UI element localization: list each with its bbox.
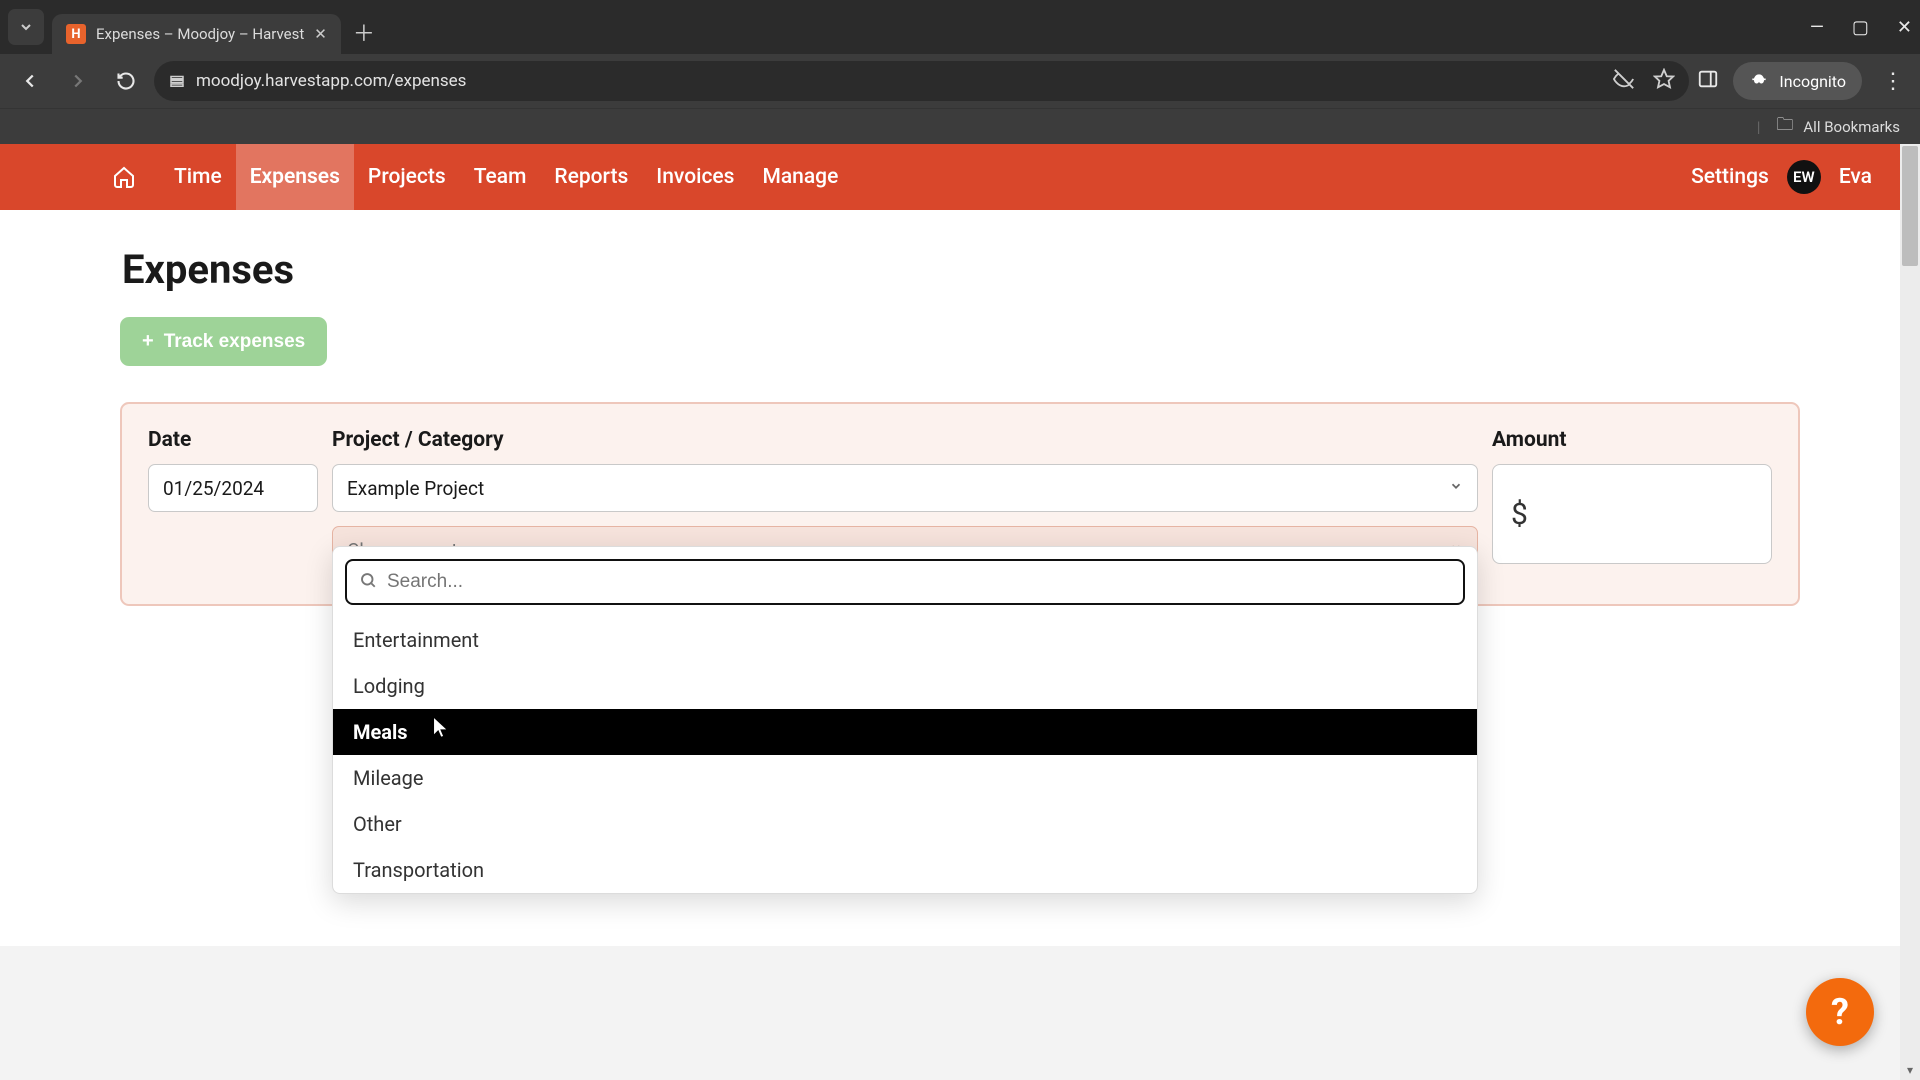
project-select[interactable]: Example Project [332, 464, 1478, 512]
window-maximize-icon[interactable]: ▢ [1852, 17, 1869, 38]
nav-expenses[interactable]: Expenses [236, 144, 354, 210]
all-bookmarks-link[interactable]: All Bookmarks [1803, 118, 1900, 136]
amount-label: Amount [1492, 428, 1772, 452]
browser-address-bar: moodjoy.harvestapp.com/expenses Incognit… [0, 54, 1920, 108]
project-value: Example Project [347, 477, 484, 500]
bookmark-star-icon[interactable] [1653, 68, 1675, 95]
user-name[interactable]: Eva [1839, 165, 1872, 189]
amount-input[interactable]: $ [1492, 464, 1772, 564]
currency-symbol: $ [1511, 497, 1528, 532]
category-dropdown: EntertainmentLodgingMealsMileageOtherTra… [332, 546, 1478, 894]
site-settings-icon[interactable] [168, 72, 186, 90]
incognito-label: Incognito [1779, 72, 1846, 91]
date-label: Date [148, 428, 318, 452]
track-expenses-label: Track expenses [164, 331, 306, 353]
user-avatar[interactable]: EW [1787, 160, 1821, 194]
omnibox[interactable]: moodjoy.harvestapp.com/expenses [154, 61, 1689, 101]
primary-nav: Time Expenses Projects Team Reports Invo… [160, 144, 852, 210]
bookmarks-bar: | 🗀 All Bookmarks [0, 108, 1920, 144]
nav-settings[interactable]: Settings [1691, 165, 1769, 189]
plus-icon: + [142, 330, 154, 353]
page-viewport: Time Expenses Projects Team Reports Invo… [0, 144, 1920, 1080]
date-value: 01/25/2024 [163, 477, 264, 500]
nav-projects[interactable]: Projects [354, 144, 460, 210]
category-option[interactable]: Entertainment [333, 617, 1477, 663]
reload-button[interactable] [106, 61, 146, 101]
incognito-chip[interactable]: Incognito [1733, 62, 1862, 100]
help-icon: ? [1831, 991, 1849, 1033]
category-search-input[interactable] [387, 571, 1451, 593]
project-category-label: Project / Category [332, 428, 1478, 452]
nav-invoices[interactable]: Invoices [642, 144, 748, 210]
help-fab[interactable]: ? [1806, 978, 1874, 1046]
category-option[interactable]: Transportation [333, 847, 1477, 893]
new-tab-button[interactable]: ＋ [353, 16, 375, 48]
scroll-down-icon[interactable]: ▾ [1900, 1060, 1920, 1080]
tab-close-icon[interactable]: ✕ [314, 25, 327, 43]
category-option[interactable]: Other [333, 801, 1477, 847]
bookmarks-folder-icon[interactable]: 🗀 [1776, 112, 1793, 141]
url-text: moodjoy.harvestapp.com/expenses [196, 71, 466, 91]
browser-tab[interactable]: H Expenses – Moodjoy – Harvest ✕ [52, 14, 341, 54]
category-option[interactable]: Lodging [333, 663, 1477, 709]
nav-reports[interactable]: Reports [540, 144, 642, 210]
date-input[interactable]: 01/25/2024 [148, 464, 318, 512]
tab-search-button[interactable] [8, 9, 44, 45]
vertical-scrollbar[interactable]: ▴ ▾ [1900, 144, 1920, 1080]
track-expenses-button[interactable]: + Track expenses [120, 317, 327, 366]
scroll-thumb[interactable] [1902, 146, 1918, 266]
search-icon [359, 571, 377, 594]
browser-menu-icon[interactable]: ⋮ [1876, 69, 1910, 94]
incognito-icon [1749, 71, 1769, 91]
category-option[interactable]: Meals [333, 709, 1477, 755]
expense-form-card: Date 01/25/2024 Project / Category Examp… [120, 402, 1800, 606]
back-button[interactable] [10, 61, 50, 101]
window-close-icon[interactable]: ✕ [1897, 17, 1912, 38]
category-option[interactable]: Mileage [333, 755, 1477, 801]
home-icon[interactable] [110, 165, 138, 189]
browser-tab-strip: H Expenses – Moodjoy – Harvest ✕ ＋ — ▢ ✕ [0, 0, 1920, 54]
eye-off-icon[interactable] [1613, 68, 1635, 95]
forward-button[interactable] [58, 61, 98, 101]
nav-time[interactable]: Time [160, 144, 236, 210]
page-title: Expenses [120, 246, 1800, 293]
tab-title: Expenses – Moodjoy – Harvest [96, 25, 304, 43]
chevron-down-icon [1449, 479, 1463, 497]
window-minimize-icon[interactable]: — [1810, 17, 1824, 38]
category-search[interactable] [345, 559, 1465, 605]
app-header: Time Expenses Projects Team Reports Invo… [0, 144, 1920, 210]
side-panel-icon[interactable] [1697, 68, 1719, 94]
nav-team[interactable]: Team [460, 144, 541, 210]
nav-manage[interactable]: Manage [748, 144, 852, 210]
harvest-favicon: H [66, 24, 86, 44]
